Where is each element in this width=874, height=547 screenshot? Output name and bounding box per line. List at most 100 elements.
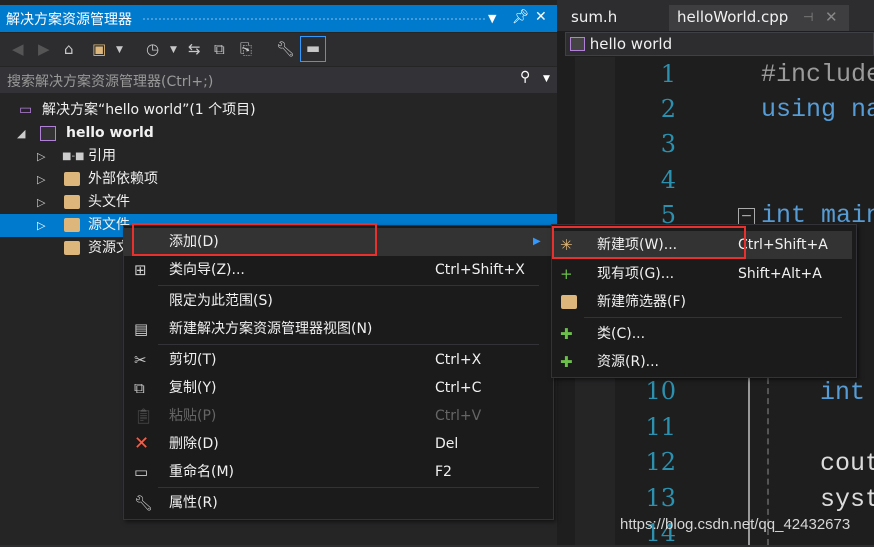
menu-label: 现有项(G)... xyxy=(597,266,675,282)
line-number: 11 xyxy=(645,413,676,441)
menu-label: 粘贴(P) xyxy=(169,408,217,424)
filter-folder-icon xyxy=(64,218,80,232)
sync-icon[interactable]: ⇆ xyxy=(188,40,201,58)
new-filter-icon xyxy=(561,295,577,309)
class-wizard-icon: ⊞ xyxy=(134,261,147,279)
menu-item-new-filter[interactable]: 新建筛选器(F) xyxy=(552,288,856,316)
pin-icon[interactable]: 📌︎ xyxy=(512,9,530,25)
expanded-arrow-icon[interactable]: ◢ xyxy=(17,122,25,145)
menu-item-new-explorer-view[interactable]: ▤ 新建解决方案资源管理器视图(N) xyxy=(124,315,553,343)
tab-label: sum.h xyxy=(571,8,618,26)
references-icon: ■-■ xyxy=(62,151,85,162)
menu-item-class[interactable]: ✚ 类(C)... xyxy=(552,320,856,348)
menu-item-existing-item[interactable]: + 现有项(G)... Shift+Alt+A xyxy=(552,260,856,288)
menu-label: 新建解决方案资源管理器视图(N) xyxy=(169,321,373,337)
menu-label: 资源(R)... xyxy=(597,354,660,370)
search-options-icon[interactable]: ▼ xyxy=(543,74,550,84)
tree-item-solution[interactable]: ▭ 解决方案“hello world”(1 个项目) xyxy=(0,99,557,122)
preview-toggle-icon[interactable]: ▬ xyxy=(300,36,326,62)
menu-separator xyxy=(158,285,539,286)
menu-label: 限定为此范围(S) xyxy=(169,293,273,309)
line-number: 10 xyxy=(645,377,676,405)
dropdown-icon[interactable]: ▼ xyxy=(488,12,496,25)
watermark: https://blog.csdn.net/qq_42432673 xyxy=(620,516,851,533)
menu-shortcut: Ctrl+Shift+X xyxy=(435,262,525,278)
highlight-box-add xyxy=(132,223,377,256)
new-view-icon: ▤ xyxy=(134,320,149,338)
menu-item-class-wizard[interactable]: ⊞ 类向导(Z)... Ctrl+Shift+X xyxy=(124,256,553,284)
copy-icon: ⧉ xyxy=(134,379,145,397)
menu-separator xyxy=(158,487,539,488)
collapsed-arrow-icon[interactable]: ▷ xyxy=(37,145,45,168)
menu-shortcut: Ctrl+C xyxy=(435,380,482,396)
navigation-bar[interactable]: hello world xyxy=(565,32,874,56)
tree-item-header-files[interactable]: ▷ 头文件 xyxy=(0,191,557,214)
line-number: 2 xyxy=(660,95,676,123)
collapsed-arrow-icon[interactable]: ▷ xyxy=(37,214,45,237)
tree-item-label: 解决方案“hello world”(1 个项目) xyxy=(42,102,256,118)
code-line: syst xyxy=(820,485,874,514)
menu-label: 删除(D) xyxy=(169,436,219,452)
add-existing-icon: + xyxy=(560,265,573,283)
search-input[interactable]: 搜索解决方案资源管理器(Ctrl+;) ⚲ ▼ xyxy=(0,67,557,93)
tree-item-label: 外部依赖项 xyxy=(88,171,158,187)
tab-sum-h[interactable]: sum.h xyxy=(563,5,625,31)
back-icon[interactable]: ◀ xyxy=(12,40,24,58)
close-icon[interactable]: ✕ xyxy=(535,9,547,25)
close-tab-icon[interactable]: ✕ xyxy=(825,8,838,26)
search-icon[interactable]: ⚲ xyxy=(520,69,530,85)
dropdown-icon[interactable]: ▼ xyxy=(116,45,123,55)
project-icon xyxy=(570,37,585,51)
drag-grip[interactable] xyxy=(142,17,487,21)
paste-icon: 📋︎ xyxy=(134,407,154,425)
menu-item-delete[interactable]: ✕ 删除(D) Del xyxy=(124,430,553,458)
delete-x-icon: ✕ xyxy=(134,433,150,454)
tree-item-references[interactable]: ▷ ■-■ 引用 xyxy=(0,145,557,168)
line-number: 12 xyxy=(645,448,676,476)
project-dropdown[interactable]: hello world xyxy=(590,35,672,53)
menu-shortcut: Ctrl+X xyxy=(435,352,482,368)
code-line: #include xyxy=(761,60,874,89)
menu-shortcut: Shift+Alt+A xyxy=(738,266,822,282)
menu-item-copy[interactable]: ⧉ 复制(Y) Ctrl+C xyxy=(124,374,553,402)
menu-item-cut[interactable]: ✂ 剪切(T) Ctrl+X xyxy=(124,346,553,374)
project-icon xyxy=(40,126,56,141)
scissors-icon: ✂ xyxy=(134,351,147,369)
tree-item-label: hello world xyxy=(66,125,154,141)
menu-shortcut: Ctrl+Shift+A xyxy=(738,237,828,253)
menu-label: 类向导(Z)... xyxy=(169,262,245,278)
home-icon[interactable]: ⌂ xyxy=(64,40,74,58)
switch-views-icon[interactable]: ▣ xyxy=(92,40,106,58)
add-resource-icon: ✚ xyxy=(560,353,573,371)
search-placeholder: 搜索解决方案资源管理器(Ctrl+;) xyxy=(7,74,214,90)
show-all-files-icon[interactable]: ⎘ xyxy=(240,40,252,58)
tree-item-label: 头文件 xyxy=(88,194,130,210)
solution-icon: ▭ xyxy=(19,102,33,118)
panel-title-bar: 解决方案资源管理器 ▼ 📌︎ ✕ xyxy=(0,5,557,32)
menu-item-properties[interactable]: 🔧︎ 属性(R) xyxy=(124,489,553,517)
context-menu: 添加(D) ▶ ⊞ 类向导(Z)... Ctrl+Shift+X 限定为此范围(S) … xyxy=(123,225,554,520)
line-number: 4 xyxy=(660,166,676,194)
collapsed-arrow-icon[interactable]: ▷ xyxy=(37,191,45,214)
menu-item-rename[interactable]: ▭ 重命名(M) F2 xyxy=(124,458,553,486)
menu-item-resource[interactable]: ✚ 资源(R)... xyxy=(552,348,856,376)
menu-label: 重命名(M) xyxy=(169,464,235,480)
pending-changes-icon[interactable]: ◷ xyxy=(146,40,159,58)
collapsed-arrow-icon[interactable]: ▷ xyxy=(37,168,45,191)
wrench-icon: 🔧︎ xyxy=(134,494,154,512)
submenu-arrow-icon: ▶ xyxy=(533,236,541,247)
dropdown-icon[interactable]: ▼ xyxy=(170,45,177,55)
menu-item-scope-to-this[interactable]: 限定为此范围(S) xyxy=(124,287,553,315)
tab-helloworld-cpp[interactable]: helloWorld.cpp ⊣ ✕ xyxy=(669,5,849,31)
pin-tab-icon[interactable]: ⊣ xyxy=(803,10,813,24)
collapse-region-icon[interactable]: − xyxy=(738,208,755,225)
menu-separator xyxy=(584,317,842,318)
collapse-all-icon[interactable]: ⧉ xyxy=(214,40,225,58)
menu-shortcut: Ctrl+V xyxy=(435,408,482,424)
filter-folder-icon xyxy=(64,241,80,255)
forward-icon[interactable]: ▶ xyxy=(38,40,50,58)
tree-item-external-dependencies[interactable]: ▷ 外部依赖项 xyxy=(0,168,557,191)
menu-item-paste[interactable]: 📋︎ 粘贴(P) Ctrl+V xyxy=(124,402,553,430)
tree-item-project[interactable]: ◢ hello world xyxy=(0,122,557,145)
properties-wrench-icon[interactable]: 🔧︎ xyxy=(276,40,295,58)
